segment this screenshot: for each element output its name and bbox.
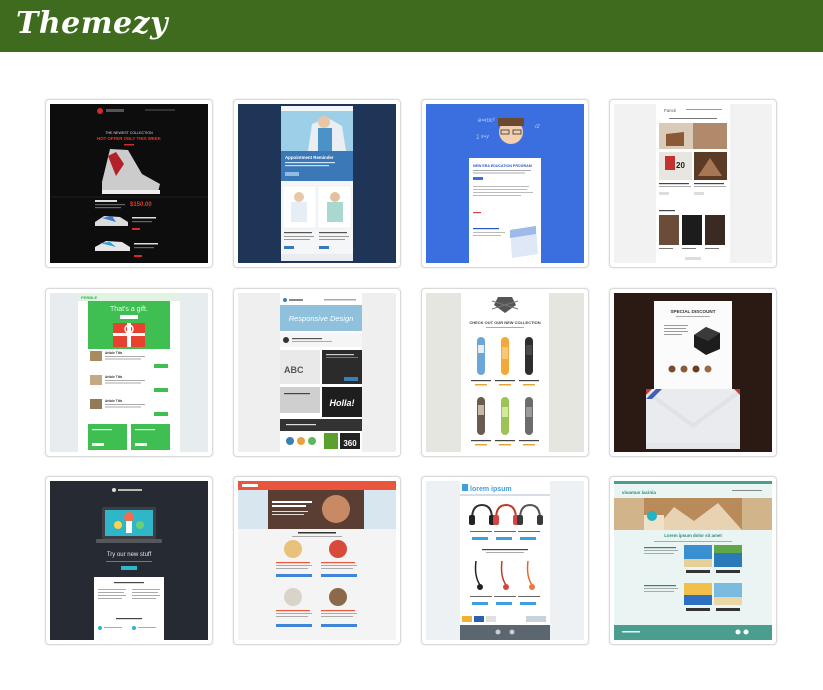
template-thumbnail: PEBBLE That's a gift. Article Title Arti…	[50, 293, 208, 452]
template-thumbnail: Fancé 20	[614, 104, 772, 263]
template-card-appointment-reminder[interactable]: Appointment Reminder	[233, 99, 401, 268]
template-thumbnail: vivamus lacinia Lorem ipsum dolor sit am…	[614, 481, 772, 640]
template-thumbnail: lorem ipsum	[426, 481, 584, 640]
template-item-title: Article Title	[105, 375, 123, 379]
template-item-title: Article Title	[105, 351, 123, 355]
template-grid: THE NEWEST COLLECTION HOT OFFER ONLY THI…	[45, 99, 779, 645]
template-title: Appointment Reminder	[285, 155, 334, 160]
template-headline: Responsive Design	[289, 314, 354, 323]
template-brand: PEBBLE	[81, 295, 98, 300]
template-price: $150.00	[130, 202, 152, 208]
template-card-sneaker-collection[interactable]: THE NEWEST COLLECTION HOT OFFER ONLY THI…	[45, 99, 213, 268]
template-thumbnail: THE NEWEST COLLECTION HOT OFFER ONLY THI…	[50, 104, 208, 263]
themezy-logo[interactable]: Themezy	[16, 6, 168, 41]
template-headline: CHECK OUT OUR NEW COLLECTION	[469, 320, 540, 325]
template-card-new-stuff[interactable]: Try our new stuff	[45, 476, 213, 645]
template-headline: Lorem ipsum dolor sit amet	[664, 533, 722, 538]
svg-text:20: 20	[676, 161, 685, 170]
template-brand: Fancé	[664, 108, 677, 113]
template-badge: Holla!	[329, 398, 354, 408]
template-card-responsive-design[interactable]: Responsive Design ABC Holla! 360	[233, 288, 401, 457]
app-header: Themezy	[0, 0, 823, 52]
template-card-education-program[interactable]: e=mc² ∑ x+y √2 NEW ERA EDUCATION PROGRAM	[421, 99, 589, 268]
template-thumbnail: Try our new stuff	[50, 481, 208, 640]
template-card-furniture-shop[interactable]: Fancé 20	[609, 99, 777, 268]
template-card-photo-blog[interactable]	[233, 476, 401, 645]
template-thumbnail: SPECIAL DISCOUNT	[614, 293, 772, 452]
template-item-title: Article Title	[105, 399, 123, 403]
svg-text:360: 360	[343, 439, 357, 448]
template-card-travel-agency[interactable]: vivamus lacinia Lorem ipsum dolor sit am…	[609, 476, 777, 645]
svg-text:∑ x+y: ∑ x+y	[476, 134, 489, 140]
template-card-headphones-shop[interactable]: lorem ipsum	[421, 476, 589, 645]
template-thumbnail	[238, 481, 396, 640]
template-headline: SPECIAL DISCOUNT	[670, 309, 715, 314]
svg-text:e=mc²: e=mc²	[478, 118, 496, 124]
template-card-gift-newsletter[interactable]: PEBBLE That's a gift. Article Title Arti…	[45, 288, 213, 457]
template-headline: That's a gift.	[110, 306, 148, 313]
template-thumbnail: CHECK OUT OUR NEW COLLECTION	[426, 293, 584, 452]
template-title: NEW ERA EDUCATION PROGRAM	[473, 164, 532, 168]
svg-text:√2: √2	[534, 123, 540, 130]
template-headline: HOT OFFER ONLY THIS WEEK	[97, 136, 162, 141]
template-card-special-discount[interactable]: SPECIAL DISCOUNT	[609, 288, 777, 457]
template-thumbnail: Responsive Design ABC Holla! 360	[238, 293, 396, 452]
template-title: THE NEWEST COLLECTION	[105, 131, 153, 135]
template-headline: Try our new stuff	[107, 552, 152, 558]
template-thumbnail: Appointment Reminder	[238, 104, 396, 263]
template-brand: vivamus lacinia	[622, 490, 656, 495]
template-card-skateboard-collection[interactable]: CHECK OUT OUR NEW COLLECTION	[421, 288, 589, 457]
template-brand: lorem ipsum	[470, 486, 512, 493]
template-thumbnail: e=mc² ∑ x+y √2 NEW ERA EDUCATION PROGRAM	[426, 104, 584, 263]
svg-text:ABC: ABC	[284, 365, 304, 375]
